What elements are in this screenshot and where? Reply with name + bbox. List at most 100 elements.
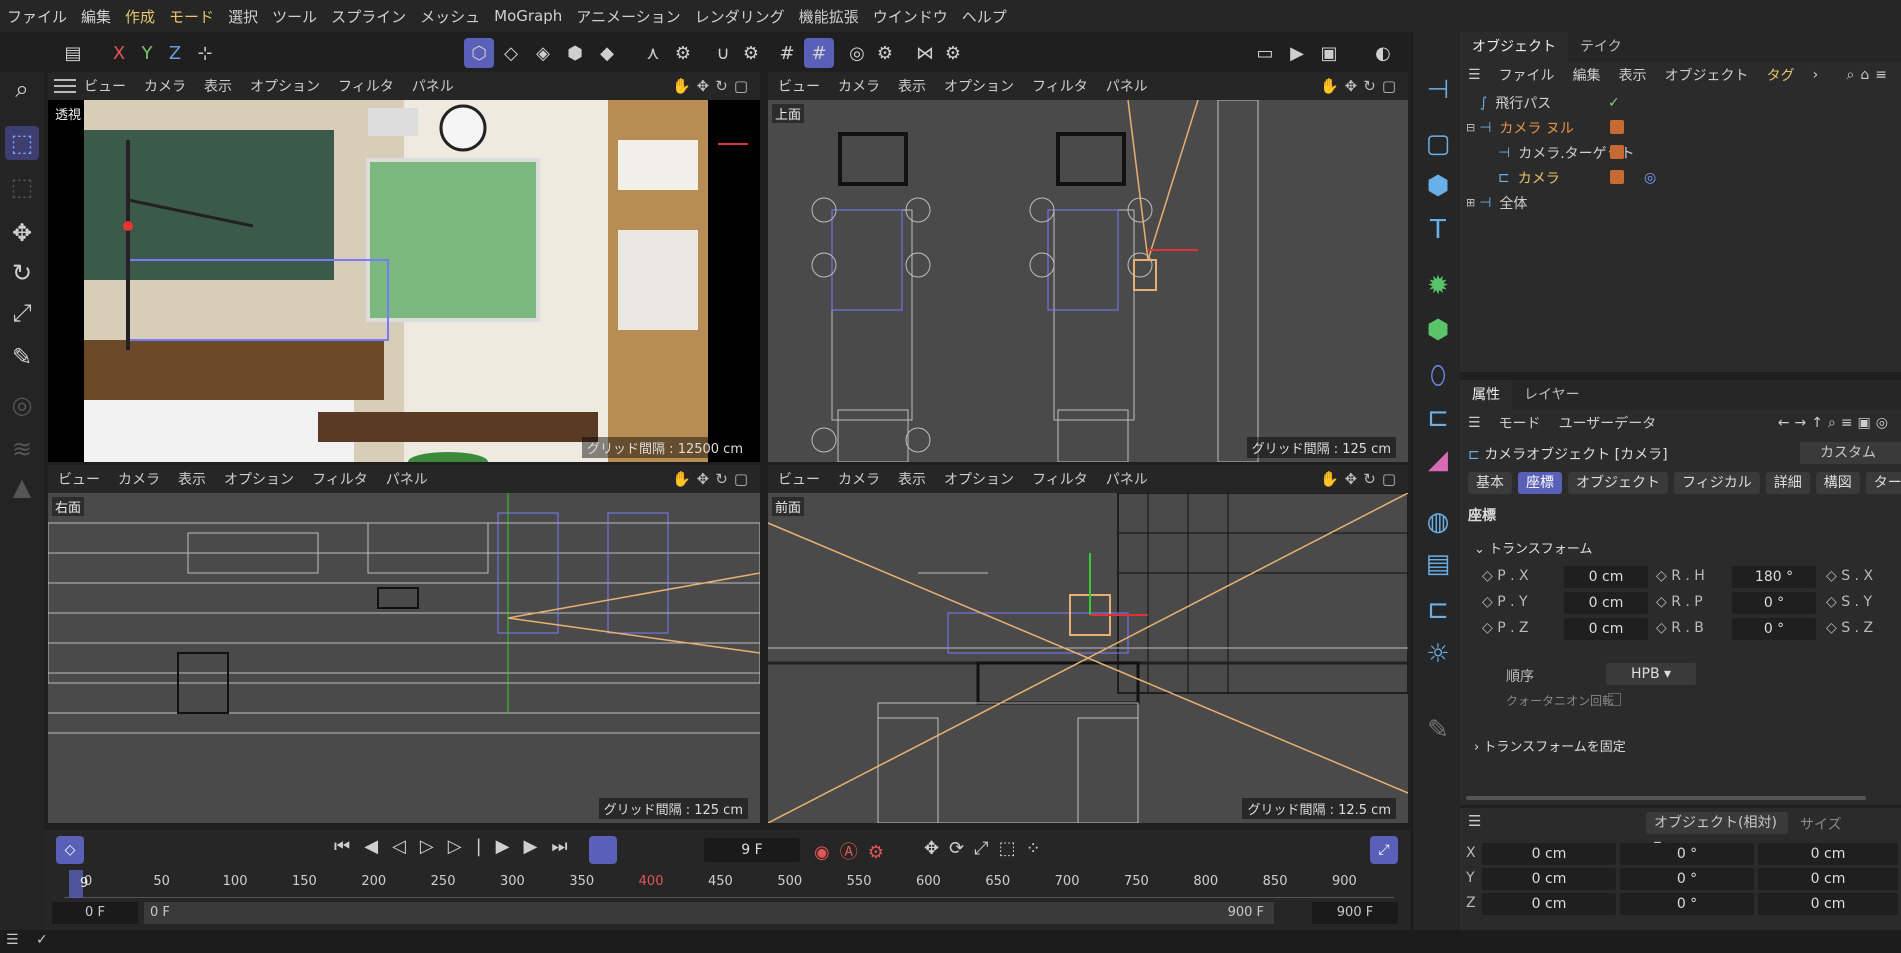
menu-spline[interactable]: スプライン bbox=[324, 6, 413, 27]
lock-icon[interactable]: ▲ bbox=[5, 470, 39, 504]
z-axis-lock[interactable]: Z bbox=[160, 38, 190, 68]
hamburger-icon[interactable] bbox=[54, 79, 76, 93]
viewport-right[interactable]: 右面 グリッド間隔 : 125 cm bbox=[48, 493, 760, 823]
vp-menu-view[interactable]: ビュー bbox=[778, 469, 820, 489]
clapper-icon[interactable]: ▤ bbox=[1420, 546, 1456, 582]
obj-menu-object[interactable]: オブジェクト bbox=[1665, 65, 1749, 85]
render-region-icon[interactable]: ▭ bbox=[1250, 38, 1280, 68]
knife-tool-icon[interactable]: ≋ bbox=[5, 432, 39, 466]
vp-menu-camera[interactable]: カメラ bbox=[838, 469, 880, 489]
grid-snap-icon[interactable]: # bbox=[772, 38, 802, 68]
vp-menu-options[interactable]: オプション bbox=[224, 469, 294, 489]
vp-menu-view[interactable]: ビュー bbox=[778, 76, 820, 96]
viewport-top[interactable]: 上面 グリッド間隔 : 125 cm bbox=[768, 100, 1408, 462]
vp-menu-camera[interactable]: カメラ bbox=[144, 76, 186, 96]
magnet-icon[interactable]: ∪ bbox=[708, 38, 738, 68]
preview-range[interactable]: 0 F 900 F bbox=[144, 902, 1274, 924]
coord-x-pos[interactable]: 0 cm bbox=[1482, 843, 1616, 865]
check-icon[interactable]: ✓ bbox=[1608, 95, 1620, 111]
environment-icon[interactable]: ◍ bbox=[1420, 504, 1456, 540]
render-view-icon[interactable]: ▶ bbox=[1282, 38, 1312, 68]
obj-menu-edit[interactable]: 編集 bbox=[1573, 65, 1601, 85]
attr-menu-userdata[interactable]: ユーザーデータ bbox=[1559, 413, 1657, 433]
obj-menu-view[interactable]: 表示 bbox=[1619, 65, 1647, 85]
search-icon[interactable]: ⌕ bbox=[5, 72, 39, 106]
record-controls[interactable]: ◉Ⓐ⚙ bbox=[814, 838, 894, 864]
coord-mode-dropdown[interactable]: オブジェクト(相対) ▾ bbox=[1646, 812, 1788, 853]
freeze-group[interactable]: › トランスフォームを固定 bbox=[1474, 736, 1626, 755]
vp-menu-view[interactable]: ビュー bbox=[84, 76, 126, 96]
collapse-icon[interactable]: ⊟ bbox=[1466, 121, 1475, 134]
coord-x-size[interactable]: 0 cm bbox=[1758, 843, 1898, 865]
viewport-nav-icons[interactable]: ✋✥↻▢ bbox=[672, 77, 754, 95]
viewport-nav-icons[interactable]: ✋✥↻▢ bbox=[672, 470, 754, 488]
connect-icon[interactable]: ⊏ bbox=[1420, 400, 1456, 436]
hamburger-icon[interactable]: ☰ bbox=[1468, 67, 1481, 83]
camera-object-icon[interactable]: ⊏ bbox=[1420, 592, 1456, 628]
vp-menu-options[interactable]: オプション bbox=[944, 76, 1014, 96]
vp-menu-options[interactable]: オプション bbox=[944, 469, 1014, 489]
target-tag-icon[interactable]: ◎ bbox=[1644, 170, 1656, 186]
menu-file[interactable]: ファイル bbox=[0, 6, 74, 27]
light-icon[interactable]: ☼ bbox=[1420, 636, 1456, 672]
viewport-perspective[interactable]: 透視 グリッド間隔 : 12500 cm bbox=[48, 100, 760, 462]
menu-edit[interactable]: 編集 bbox=[74, 6, 118, 27]
vp-menu-options[interactable]: オプション bbox=[250, 76, 320, 96]
cloner-icon[interactable]: ✹ bbox=[1420, 268, 1456, 304]
vp-menu-panel[interactable]: パネル bbox=[412, 76, 454, 96]
vp-menu-filter[interactable]: フィルタ bbox=[1032, 76, 1088, 96]
menu-select[interactable]: 選択 bbox=[221, 6, 265, 27]
viewport-front[interactable]: 前面 グリッド間隔 : 12.5 cm bbox=[768, 493, 1408, 823]
soft-settings-icon[interactable]: ⚙ bbox=[870, 38, 900, 68]
playback-controls[interactable]: ⏮◀◁▷▷|▶▶⏭ bbox=[334, 836, 582, 857]
render-queue-icon[interactable]: ◐ bbox=[1368, 38, 1398, 68]
coord-z-rot[interactable]: 0 ° bbox=[1620, 893, 1754, 915]
menu-mograph[interactable]: MoGraph bbox=[487, 7, 569, 25]
vp-menu-camera[interactable]: カメラ bbox=[118, 469, 160, 489]
object-row[interactable]: ⊏ カメラ ◎ bbox=[1460, 165, 1901, 190]
search-home-filter-icons[interactable]: ⌕⌂≡ bbox=[1847, 67, 1893, 83]
coord-x-rot[interactable]: 0 ° bbox=[1620, 843, 1754, 865]
expand-icon[interactable]: ⊞ bbox=[1466, 196, 1475, 209]
start-frame-field[interactable]: 0 F bbox=[52, 902, 138, 924]
menu-help[interactable]: ヘルプ bbox=[955, 6, 1014, 27]
transform-group[interactable]: ⌄ トランスフォーム bbox=[1474, 538, 1592, 557]
cube-icon[interactable]: ⬢ bbox=[1420, 168, 1456, 204]
layer-color[interactable] bbox=[1610, 120, 1624, 134]
polygons-mode-icon[interactable]: ⬢ bbox=[560, 38, 590, 68]
hamburger-icon[interactable]: ☰ bbox=[1468, 812, 1481, 830]
deformer-icon[interactable]: ⬯ bbox=[1420, 358, 1456, 394]
order-dropdown[interactable]: HPB ▾ bbox=[1606, 663, 1696, 685]
menu-tools[interactable]: ツール bbox=[265, 6, 324, 27]
coord-y-pos[interactable]: 0 cm bbox=[1482, 868, 1616, 890]
rotate-tool-icon[interactable]: ↻ bbox=[5, 256, 39, 290]
coord-y-size[interactable]: 0 cm bbox=[1758, 868, 1898, 890]
chip-basic[interactable]: 基本 bbox=[1468, 472, 1512, 494]
gear-icon[interactable]: ⚙ bbox=[668, 38, 698, 68]
null-object-icon[interactable]: ⊣ bbox=[1420, 72, 1456, 108]
obj-menu-file[interactable]: ファイル bbox=[1499, 65, 1555, 85]
layer-color[interactable] bbox=[1610, 170, 1624, 184]
hamburger-icon[interactable]: ☰ bbox=[1468, 415, 1481, 431]
menu-create[interactable]: 作成 bbox=[118, 6, 162, 27]
chip-coords[interactable]: 座標 bbox=[1518, 472, 1562, 494]
vp-menu-filter[interactable]: フィルタ bbox=[312, 469, 368, 489]
preset-dropdown[interactable]: カスタム bbox=[1800, 442, 1901, 464]
object-row[interactable]: ∫ 飛行パス ✓ bbox=[1460, 90, 1901, 115]
viewport-nav-icons[interactable]: ✋✥↻▢ bbox=[1320, 470, 1402, 488]
object-row[interactable]: ⊟ ⊣ カメラ ヌル bbox=[1460, 115, 1901, 140]
menu-window[interactable]: ウインドウ bbox=[866, 6, 955, 27]
p-x-field[interactable]: 0 cm bbox=[1564, 566, 1648, 588]
tab-objects[interactable]: オブジェクト bbox=[1460, 32, 1568, 62]
object-row[interactable]: ⊞ ⊣ 全体 bbox=[1460, 190, 1901, 215]
chip-physical[interactable]: フィジカル bbox=[1674, 472, 1760, 494]
vp-menu-display[interactable]: 表示 bbox=[204, 76, 232, 96]
cube-outline-icon[interactable]: ▢ bbox=[1420, 126, 1456, 162]
edges-mode-icon[interactable]: ◈ bbox=[528, 38, 558, 68]
viewport-nav-icons[interactable]: ✋✥↻▢ bbox=[1320, 77, 1402, 95]
coord-z-size[interactable]: 0 cm bbox=[1758, 893, 1898, 915]
vp-menu-display[interactable]: 表示 bbox=[178, 469, 206, 489]
end-frame-field[interactable]: 900 F bbox=[1312, 902, 1398, 924]
vp-menu-panel[interactable]: パネル bbox=[386, 469, 428, 489]
model-mode-icon[interactable]: ⬡ bbox=[464, 38, 494, 68]
